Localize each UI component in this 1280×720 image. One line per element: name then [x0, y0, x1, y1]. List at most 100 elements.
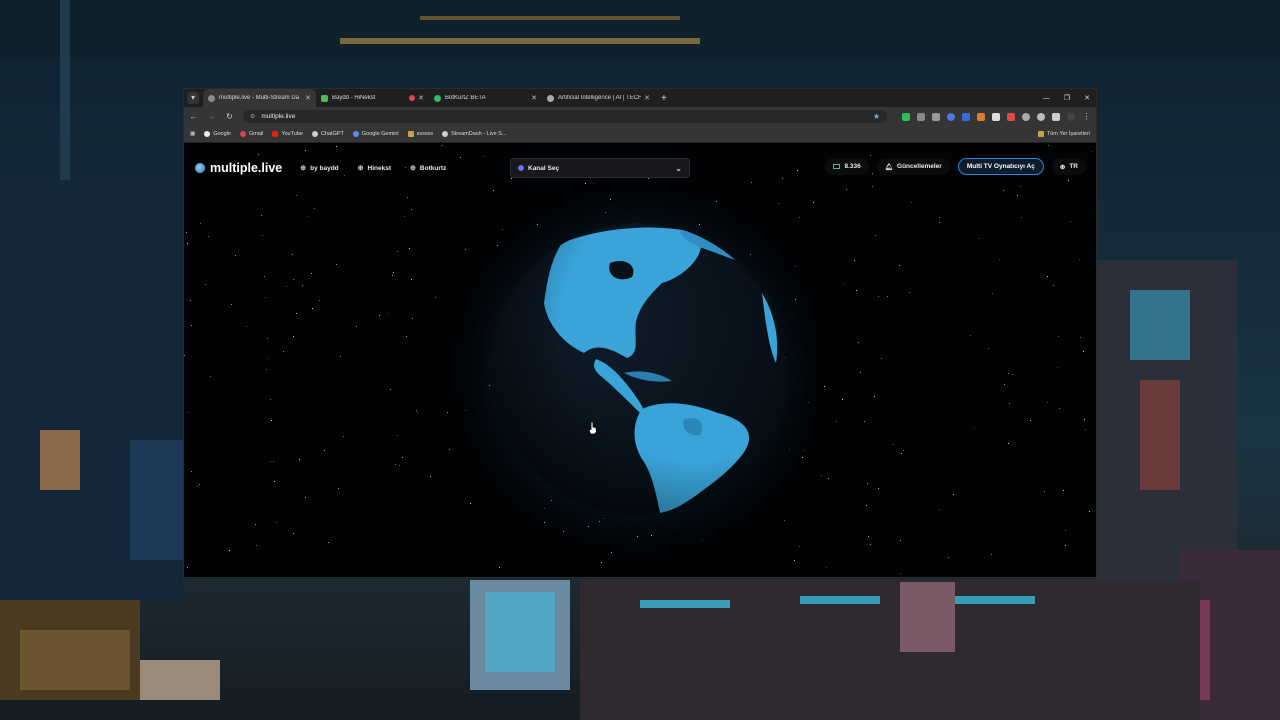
bookmark-youtube[interactable]: YouTube	[272, 131, 303, 137]
bookmark-label: ssssss	[416, 131, 434, 137]
nav-link-hinekst[interactable]: ⊕ Hinekst	[350, 160, 399, 176]
new-tab-button[interactable]: +	[661, 93, 667, 104]
all-bookmarks[interactable]: Tüm Yer İşaretleri	[1037, 131, 1090, 137]
site-logo[interactable]: multiple.live	[195, 161, 282, 175]
tab-multiple-live[interactable]: multiple.live - Multi-Stream Da ✕	[203, 89, 316, 107]
star-dot	[909, 292, 910, 293]
extension-icon[interactable]	[1007, 112, 1015, 121]
extension-icon[interactable]	[932, 112, 940, 121]
tab-title: Baydd - HiNekst	[332, 95, 376, 101]
star-dot	[875, 235, 876, 236]
star-dot	[795, 266, 796, 267]
star-dot	[970, 335, 971, 336]
bookmark-star-icon[interactable]: ★	[873, 112, 880, 121]
close-icon[interactable]: ✕	[644, 94, 650, 102]
star-dot	[900, 573, 901, 574]
star-dot	[1065, 530, 1066, 531]
forward-icon[interactable]: →	[207, 112, 216, 121]
star-dot	[229, 550, 230, 551]
folder-icon	[407, 131, 414, 137]
tab-botkurtz[interactable]: BotKurtZ BETA ✕	[429, 89, 542, 107]
bookmark-gemini[interactable]: Google Gemini	[352, 131, 399, 137]
bookmark-label: StreamDash - Live S...	[451, 131, 507, 137]
star-dot	[314, 208, 315, 209]
star-dot	[356, 326, 357, 327]
youtube-icon	[272, 131, 279, 137]
open-multi-tv-button[interactable]: Multi TV Oynatıcıyı Aç	[957, 158, 1044, 175]
star-dot	[489, 385, 490, 386]
minimize-icon[interactable]: —	[1043, 95, 1050, 102]
extension-icon[interactable]	[947, 112, 955, 121]
star-dot	[271, 420, 272, 421]
star-dot	[286, 286, 287, 287]
web-icon	[547, 94, 554, 102]
tab-baydd[interactable]: Baydd - HiNekst ✕	[316, 89, 429, 107]
channel-select-label: Kanal Seç	[528, 164, 560, 172]
extensions-bar: ⋮	[902, 112, 1091, 121]
extension-icon[interactable]	[977, 112, 985, 121]
star-dot	[1044, 491, 1045, 492]
apps-grid-icon[interactable]: ▦	[190, 131, 195, 137]
star-dot	[868, 536, 869, 537]
extension-icon[interactable]	[992, 112, 1000, 121]
star-dot	[563, 531, 564, 532]
star-dot	[651, 535, 652, 536]
star-dot	[395, 464, 396, 465]
bookmark-streamdash[interactable]: StreamDash - Live S...	[442, 131, 506, 137]
star-dot	[1085, 429, 1086, 430]
extension-icon[interactable]	[962, 112, 970, 121]
globe-logo-icon	[195, 163, 205, 173]
star-dot	[255, 524, 256, 525]
site-info-icon[interactable]: ⚙	[250, 113, 255, 120]
maximize-icon[interactable]: ❐	[1064, 94, 1070, 102]
star-dot	[911, 202, 912, 203]
tab-ai-tech[interactable]: Artificial Intelligence | AI | TECH ✕	[542, 89, 655, 107]
bell-icon: 🔔︎	[884, 163, 894, 171]
tab-title: BotKurtZ BETA	[445, 95, 486, 101]
updates-label: Güncellemeler	[897, 163, 942, 170]
channel-select[interactable]: Kanal Seç ⌄	[510, 158, 690, 178]
star-dot	[308, 216, 309, 217]
bookmark-gmail[interactable]: Gmail	[239, 131, 263, 137]
star-dot	[702, 539, 703, 540]
extension-icon[interactable]	[917, 112, 925, 121]
address-bar[interactable]: ⚙ multiple.live ★	[243, 110, 887, 123]
language-button[interactable]: ⊕ TR	[1051, 158, 1086, 175]
bookmark-google[interactable]: Google	[204, 131, 231, 137]
extensions-puzzle-icon[interactable]	[1052, 112, 1060, 121]
bookmark-chatgpt[interactable]: ChatGPT	[311, 131, 344, 137]
menu-kebab-icon[interactable]: ⋮	[1082, 112, 1091, 121]
bookmark-label: Tüm Yer İşaretleri	[1046, 131, 1090, 137]
close-icon[interactable]: ✕	[418, 94, 424, 102]
tab-search-button[interactable]: ▾	[187, 92, 199, 104]
star-dot	[716, 201, 717, 202]
star-dot	[273, 461, 274, 462]
star-dot	[948, 557, 949, 558]
close-icon[interactable]: ✕	[305, 94, 311, 102]
star-dot	[449, 449, 450, 450]
star-dot	[778, 203, 779, 204]
open-player-label: Multi TV Oynatıcıyı Aç	[966, 163, 1035, 170]
kick-icon	[321, 94, 328, 102]
star-dot	[610, 199, 611, 200]
bookmark-folder[interactable]: ssssss	[407, 131, 434, 137]
extension-icon[interactable]	[1022, 112, 1030, 121]
profile-avatar[interactable]	[1067, 112, 1075, 121]
nav-link-botkurtz[interactable]: ⊕ Botkurtz	[402, 160, 454, 176]
star-dot	[497, 245, 498, 246]
extension-icon[interactable]	[902, 112, 910, 121]
close-window-icon[interactable]: ✕	[1084, 94, 1090, 102]
updates-button[interactable]: 🔔︎ Güncellemeler	[876, 158, 950, 175]
back-icon[interactable]: ←	[189, 112, 198, 121]
star-dot	[537, 224, 538, 225]
close-icon[interactable]: ✕	[531, 94, 537, 102]
nav-link-baydd[interactable]: ⊕ by baydd	[292, 160, 346, 176]
earth-globe[interactable]	[492, 223, 784, 515]
extension-icon[interactable]	[1037, 112, 1045, 121]
reload-icon[interactable]: ↻	[225, 112, 234, 121]
star-dot	[1080, 337, 1081, 338]
star-dot	[465, 410, 466, 411]
channel-dot-icon	[518, 165, 524, 171]
star-dot	[190, 300, 191, 301]
viewer-count: 8.336	[825, 158, 869, 175]
